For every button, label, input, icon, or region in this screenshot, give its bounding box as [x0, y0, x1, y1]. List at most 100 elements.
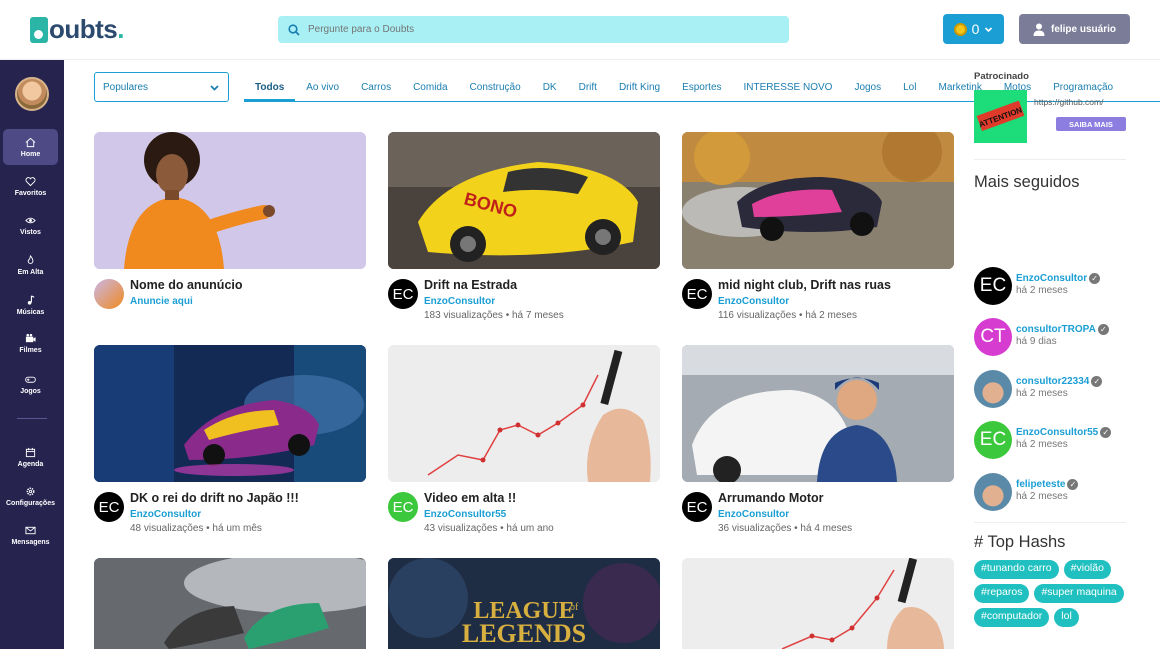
tab-drift-king[interactable]: Drift King: [608, 82, 671, 101]
video-title[interactable]: DK o rei do drift no Japão !!!: [130, 491, 299, 505]
avatar-text: EC: [979, 429, 1007, 450]
user-button[interactable]: felipe usuário: [1019, 14, 1130, 44]
hashtag-chip[interactable]: #computador: [974, 608, 1050, 627]
sidebar-item-jogos[interactable]: Jogos: [3, 366, 58, 402]
channel-name[interactable]: EnzoConsultor: [130, 509, 201, 520]
followed-user-name[interactable]: felipeteste ✓: [1016, 479, 1079, 490]
sidebar-divider: [17, 418, 47, 419]
followed-user-name[interactable]: EnzoConsultor ✓: [1016, 273, 1101, 284]
channel-name[interactable]: EnzoConsultor55: [424, 509, 506, 520]
video-card[interactable]: EC Video em alta !! EnzoConsultor55 43 v…: [388, 345, 660, 534]
learn-more-button[interactable]: SAIBA MAIS: [1056, 117, 1126, 131]
followed-user-name[interactable]: consultorTROPA ✓: [1016, 324, 1109, 335]
sidebar-item-home[interactable]: Home: [3, 129, 58, 165]
tab-esportes[interactable]: Esportes: [671, 82, 732, 101]
tab-todos[interactable]: Todos: [244, 82, 296, 101]
tab-ao-vivo[interactable]: Ao vivo: [295, 82, 350, 101]
sidebar-item-musicas[interactable]: Músicas: [3, 287, 58, 323]
sidebar-item-vistos[interactable]: Vistos: [3, 207, 58, 243]
eye-icon: [25, 217, 36, 223]
video-thumbnail[interactable]: BONO: [388, 132, 660, 269]
avatar-text: EC: [979, 275, 1007, 296]
sponsored-url[interactable]: https://github.com/: [1034, 97, 1103, 107]
followed-user[interactable]: felipeteste ✓ há 2 meses: [974, 473, 1160, 513]
coins-button[interactable]: 0: [943, 14, 1004, 44]
hashtag-chip[interactable]: #super maquina: [1034, 584, 1124, 603]
video-title[interactable]: mid night club, Drift nas ruas: [718, 278, 891, 292]
tab-lol[interactable]: Lol: [892, 82, 927, 101]
followed-user-name[interactable]: consultor22334 ✓: [1016, 376, 1103, 387]
channel-avatar[interactable]: [94, 279, 124, 309]
video-card[interactable]: Nome do anunúcio Anuncie aqui: [94, 132, 366, 319]
channel-avatar[interactable]: EC: [388, 279, 418, 309]
channel-avatar[interactable]: EC: [682, 492, 712, 522]
channel-name[interactable]: EnzoConsultor: [718, 296, 789, 307]
video-card[interactable]: EC Arrumando Motor EnzoConsultor 36 visu…: [682, 345, 954, 534]
channel-avatar[interactable]: EC: [388, 492, 418, 522]
sort-select[interactable]: Populares: [94, 72, 229, 102]
avatar[interactable]: [974, 370, 1012, 408]
video-thumbnail[interactable]: [94, 132, 366, 269]
tab-comida[interactable]: Comida: [402, 82, 458, 101]
video-card[interactable]: EC mid night club, Drift nas ruas EnzoCo…: [682, 132, 954, 321]
sidebar-item-em-alta[interactable]: Em Alta: [3, 247, 58, 283]
video-card[interactable]: EC DK o rei do drift no Japão !!! EnzoCo…: [94, 345, 366, 534]
video-title[interactable]: Nome do anunúcio: [130, 278, 243, 292]
search-bar[interactable]: [278, 16, 789, 43]
sponsored-image[interactable]: ATTENTION: [974, 90, 1027, 143]
video-title[interactable]: Arrumando Motor: [718, 491, 824, 505]
hashtag-chip[interactable]: #reparos: [974, 584, 1030, 603]
channel-avatar[interactable]: EC: [682, 279, 712, 309]
search-input[interactable]: [308, 24, 768, 35]
hashtag-chip[interactable]: lol: [1054, 608, 1079, 627]
video-card[interactable]: [682, 558, 954, 649]
calendar-icon: [25, 447, 36, 457]
tab-jogos[interactable]: Jogos: [843, 82, 892, 101]
tab-construcao[interactable]: Construção: [459, 82, 532, 101]
sidebar-item-mensagens[interactable]: Mensagens: [3, 517, 58, 553]
tab-carros[interactable]: Carros: [350, 82, 402, 101]
hashtag-chip[interactable]: #tunando carro: [974, 560, 1059, 579]
avatar[interactable]: CT: [974, 318, 1012, 356]
video-title[interactable]: Drift na Estrada: [424, 278, 517, 292]
sidebar-item-agenda[interactable]: Agenda: [3, 439, 58, 475]
sidebar-item-filmes[interactable]: Filmes: [3, 325, 58, 361]
video-card[interactable]: BONO EC Drift na Estrada EnzoConsultor 1…: [388, 132, 660, 321]
thumb-text: LEGENDS: [462, 619, 586, 648]
video-thumbnail[interactable]: [388, 345, 660, 482]
followed-user[interactable]: CT consultorTROPA ✓ há 9 dias: [974, 318, 1160, 358]
user-name: felipe usuário: [1050, 23, 1116, 35]
video-card[interactable]: [94, 558, 366, 649]
channel-name[interactable]: EnzoConsultor: [424, 296, 495, 307]
video-thumbnail[interactable]: [682, 558, 954, 649]
video-thumbnail[interactable]: [94, 345, 366, 482]
video-thumbnail[interactable]: [682, 345, 954, 482]
channel-name[interactable]: EnzoConsultor: [718, 509, 789, 520]
logo-dot: .: [117, 14, 125, 44]
tab-drift[interactable]: Drift: [568, 82, 608, 101]
tab-interesse-novo[interactable]: INTERESSE NOVO: [733, 82, 844, 101]
channel-name[interactable]: Anuncie aqui: [130, 296, 193, 307]
followed-user[interactable]: EC EnzoConsultor55 ✓ há 2 meses: [974, 421, 1160, 461]
video-title[interactable]: Video em alta !!: [424, 491, 516, 505]
video-thumbnail[interactable]: [94, 558, 366, 649]
logo[interactable]: oubts .: [30, 14, 125, 45]
avatar[interactable]: [974, 473, 1012, 511]
avatar[interactable]: EC: [974, 421, 1012, 459]
video-thumbnail[interactable]: LEAGUE of LEGENDS: [388, 558, 660, 649]
profile-avatar[interactable]: [15, 77, 49, 111]
hashtag-list: #tunando carro #violão #reparos #super m…: [974, 560, 1139, 627]
user-name-text: consultorTROPA: [1016, 324, 1096, 335]
sidebar-item-favoritos[interactable]: Favoritos: [3, 168, 58, 204]
channel-avatar[interactable]: EC: [94, 492, 124, 522]
channel-avatar-text: EC: [686, 498, 708, 516]
avatar[interactable]: EC: [974, 267, 1012, 305]
hashtag-chip[interactable]: #violão: [1063, 560, 1111, 579]
followed-user[interactable]: EC EnzoConsultor ✓ há 2 meses: [974, 267, 1160, 307]
video-card[interactable]: LEAGUE of LEGENDS: [388, 558, 660, 649]
video-thumbnail[interactable]: [682, 132, 954, 269]
sidebar-item-configuracoes[interactable]: Configurações: [3, 478, 58, 514]
followed-user-name[interactable]: EnzoConsultor55 ✓: [1016, 427, 1112, 438]
tab-dk[interactable]: DK: [532, 82, 568, 101]
followed-user[interactable]: consultor22334 ✓ há 2 meses: [974, 370, 1160, 410]
